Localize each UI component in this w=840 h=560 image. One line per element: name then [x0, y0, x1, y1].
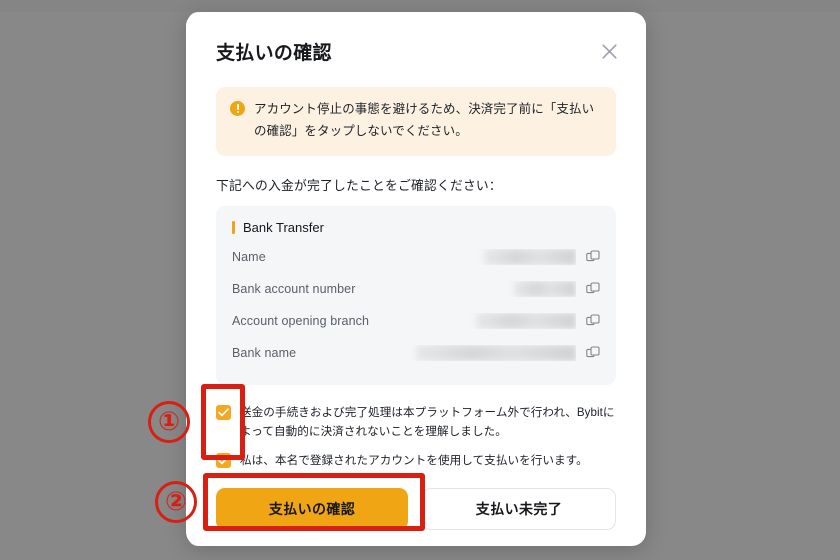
copy-icon[interactable] — [586, 314, 600, 328]
warning-banner-text: アカウント停止の事態を避けるため、決済完了前に「支払いの確認」をタップしないでく… — [254, 102, 595, 138]
consent-row: 送金の手続きおよび完了処理は本プラットフォーム外で行われ、Bybitによって自動… — [216, 403, 616, 441]
bank-detail-row: Bank name — [232, 337, 600, 369]
redaction-block — [484, 248, 576, 265]
page-title: 支払いの確認 — [216, 43, 332, 64]
bank-detail-row: Account opening branch — [232, 305, 600, 337]
bank-detail-label: Bank name — [232, 345, 297, 360]
modal-header: 支払いの確認 — [186, 12, 646, 65]
redaction-block — [476, 312, 576, 329]
warning-banner: アカウント停止の事態を避けるため、決済完了前に「支払いの確認」をタップしないでく… — [216, 87, 616, 156]
bank-detail-row: Bank account number — [232, 273, 600, 305]
bank-detail-label: Bank account number — [232, 281, 356, 296]
copy-icon[interactable] — [586, 346, 600, 360]
accent-bar-icon — [232, 220, 235, 234]
consent-checkbox-group: 送金の手続きおよび完了処理は本プラットフォーム外で行われ、Bybitによって自動… — [216, 403, 616, 470]
instruction-text: 下記への入金が完了したことをご確認ください： — [216, 177, 502, 193]
payment-not-completed-button[interactable]: 支払い未完了 — [422, 488, 616, 531]
copy-icon[interactable] — [586, 282, 600, 296]
checkbox-real-name-account[interactable] — [216, 453, 231, 468]
redaction-block — [416, 344, 576, 361]
warning-circle-icon — [230, 101, 245, 116]
consent-label: 私は、本名で登録されたアカウントを使用して支払いを行います。 — [240, 454, 588, 467]
bank-details-card: Bank Transfer Name Bank account number A… — [216, 205, 616, 385]
redaction-block — [514, 280, 576, 297]
consent-label: 送金の手続きおよび完了処理は本プラットフォーム外で行われ、Bybitによって自動… — [240, 405, 615, 438]
bank-detail-label: Name — [232, 249, 266, 264]
bank-transfer-heading: Bank Transfer — [232, 220, 600, 235]
bank-transfer-label: Bank Transfer — [243, 219, 324, 235]
bank-detail-row: Name — [232, 241, 600, 273]
bank-detail-value-masked — [306, 344, 576, 361]
copy-icon[interactable] — [586, 250, 600, 264]
close-icon[interactable] — [594, 36, 624, 66]
checkbox-offplatform-settlement[interactable] — [216, 404, 231, 420]
backdrop-top-strip — [0, 0, 840, 12]
payment-confirmation-modal: 支払いの確認 アカウント停止の事態を避けるため、決済完了前に「支払いの確認」をタ… — [186, 12, 646, 546]
bank-detail-value-masked — [379, 312, 576, 329]
bank-detail-value-masked — [366, 280, 576, 297]
modal-footer: 支払いの確認 支払い未完了 — [216, 488, 616, 531]
confirm-payment-button[interactable]: 支払いの確認 — [216, 488, 408, 531]
bank-detail-value-masked — [276, 248, 576, 265]
bank-detail-label: Account opening branch — [232, 313, 370, 328]
consent-row: 私は、本名で登録されたアカウントを使用して支払いを行います。 — [216, 451, 616, 470]
